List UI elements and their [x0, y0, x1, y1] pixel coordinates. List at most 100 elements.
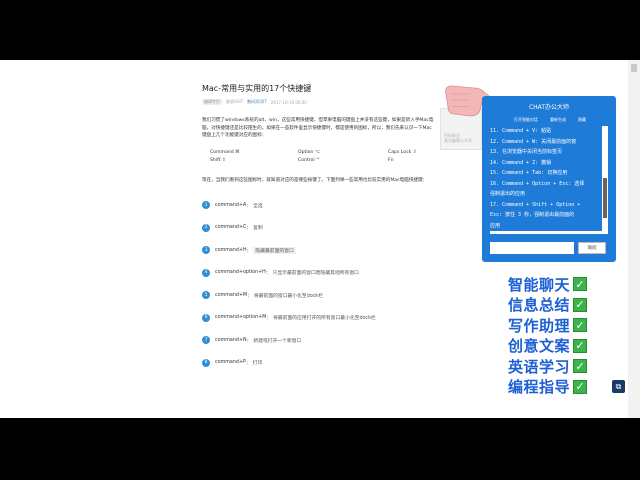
shortcut-command: command+N: [215, 337, 247, 343]
chat-line: 17. Command + Shift + Option +: [490, 199, 602, 210]
chat-line: 应用: [490, 220, 602, 231]
check-icon: ✓: [573, 359, 588, 374]
feature-item: 智能聊天 ✓: [508, 274, 588, 295]
shortcut-command: command+C: [215, 225, 247, 231]
key-item: Shift ⇧: [210, 157, 226, 163]
feature-label: 写作助理: [508, 316, 571, 335]
tab-open-chat[interactable]: 打开智能对话: [514, 117, 538, 123]
check-icon: ✓: [573, 338, 588, 353]
check-icon: ✓: [573, 277, 588, 292]
qr-caption: 扫码关注 关注脑袋公众号: [444, 133, 472, 143]
shortcut-description: 新建或打开一个新窗口: [253, 338, 302, 344]
shortcut-item: 5 command+M：将最前面的窗口最小化至dock栏: [202, 284, 434, 307]
browser-viewport: Mac-常用与实用的17个快捷键 编辑专栏 脑袋SHIT 数码资讯IT 2017…: [0, 60, 640, 418]
feature-label: 编程指导: [508, 378, 571, 397]
step-number-badge: 7: [202, 336, 210, 345]
key-symbol-list: Command ⌘ Option ⌥ Caps Lock ⇪ Shift ⇧ C…: [210, 150, 434, 163]
separator: ：: [246, 338, 252, 344]
key-item: Fn: [388, 157, 394, 163]
check-icon: ✓: [573, 379, 588, 394]
shortcut-item: 1 command+A：全选: [202, 194, 434, 217]
ask-button[interactable]: 询问: [578, 242, 606, 254]
feature-item: 写作助理 ✓: [508, 315, 588, 336]
article-meta: 编辑专栏 脑袋SHIT 数码资讯IT 2017-10-16 06:00: [202, 99, 434, 105]
shortcut-item: 7 command+N：新建或打开一个新窗口: [202, 329, 434, 352]
article-tag[interactable]: 编辑专栏: [202, 99, 222, 105]
shortcut-command: command+option+M: [215, 315, 267, 321]
separator: ：: [246, 203, 252, 209]
separator: ：: [245, 361, 251, 367]
chat-scrollbar[interactable]: [603, 178, 607, 218]
shortcut-description: 隐藏最前面的窗口: [253, 246, 296, 254]
step-number-badge: 6: [202, 313, 210, 322]
separator: ：: [247, 293, 252, 299]
chat-line: 14. Command + Z: 撤销: [490, 157, 602, 168]
shortcut-command: command+A: [215, 202, 247, 208]
tab-hide[interactable]: 隐藏: [578, 117, 586, 123]
chat-line: 15. Command + Tab: 切换应用: [490, 168, 602, 179]
step-number-badge: 8: [202, 358, 210, 367]
shortcut-command: command+option+H: [215, 270, 266, 276]
step-number-badge: 1: [202, 201, 210, 210]
shortcut-item: 3 command+H：隐藏最前面的窗口: [202, 239, 434, 262]
chat-title: CHAT办公大师: [528, 104, 569, 111]
feature-label: 信息总结: [508, 296, 571, 315]
chat-line: Esc: 按住 3 秒，强制退出最前面的: [490, 210, 602, 221]
article-intro: 我们习惯了windows系统的alt、win，这些常用快捷键，但苹果电脑的键盘上…: [202, 118, 434, 138]
step-number-badge: 5: [202, 291, 210, 300]
article-category[interactable]: 数码资讯IT: [247, 99, 267, 105]
article-title: Mac-常用与实用的17个快捷键: [202, 84, 312, 93]
shortcut-item: 2 command+C：复制: [202, 217, 434, 240]
key-item: Control ^: [298, 157, 320, 163]
key-item: Option ⌥: [298, 149, 321, 155]
chat-tabs: 打开智能对话 重新生成 隐藏: [514, 117, 586, 123]
page-scrollbar[interactable]: [628, 60, 640, 418]
feature-label: 英语学习: [508, 357, 571, 376]
chat-line: 16. Command + Option + Esc: 选择: [490, 178, 602, 189]
chat-line: 12. Command + W: 关闭最前面的窗: [490, 136, 602, 147]
feature-item: 编程指导 ✓: [508, 377, 588, 398]
chat-assistant-panel: CHAT办公大师 打开智能对话 重新生成 隐藏 11. Command + V:…: [482, 96, 616, 262]
key-item: Caps Lock ⇪: [388, 149, 417, 155]
separator: ：: [246, 226, 252, 232]
check-icon: ✓: [573, 318, 588, 333]
article-date: 2017-10-16 06:00: [270, 99, 307, 105]
step-number-badge: 4: [202, 268, 210, 277]
article: Mac-常用与实用的17个快捷键 编辑专栏 脑袋SHIT 数码资讯IT 2017…: [202, 84, 434, 374]
feature-item: 信息总结 ✓: [508, 295, 588, 316]
feature-item: 创意文案 ✓: [508, 336, 588, 357]
shortcut-command: command+H: [215, 247, 247, 253]
shortcut-description: 只显示最前面的窗口而隐藏其他所有窗口: [272, 271, 359, 277]
feature-item: 英语学习 ✓: [508, 356, 588, 377]
shortcut-item: 4 command+option+H：只显示最前面的窗口而隐藏其他所有窗口: [202, 262, 434, 285]
shortcut-description: 将最前面的窗口最小化至dock栏: [253, 293, 323, 299]
shortcut-description: 复制: [253, 226, 263, 232]
separator: ：: [265, 271, 271, 277]
shortcut-command: command+P: [215, 360, 246, 366]
separator: ：: [266, 316, 272, 322]
chat-output[interactable]: 11. Command + V: 粘贴 12. Command + W: 关闭最前…: [490, 126, 608, 234]
shortcut-command: command+M: [215, 292, 248, 298]
feature-list: 智能聊天 ✓ 信息总结 ✓ 写作助理 ✓ 创意文案 ✓ 英语学习 ✓ 编程指导 ✓: [508, 274, 588, 398]
shortcut-description: 打印: [252, 361, 263, 367]
feature-label: 创意文案: [508, 337, 571, 356]
chat-line: 13. 在浏览器中关闭当前标签页: [490, 147, 602, 158]
key-item: Command ⌘: [210, 149, 240, 155]
article-author[interactable]: 脑袋SHIT: [226, 99, 243, 105]
check-icon: ✓: [573, 297, 588, 312]
tab-regenerate[interactable]: 重新生成: [550, 117, 566, 123]
chat-toggle-icon[interactable]: ⧉: [612, 380, 625, 393]
chat-line: 强制退出的应用: [490, 189, 602, 200]
chat-input[interactable]: [490, 242, 574, 254]
step-number-badge: 3: [202, 246, 210, 255]
scrollbar-thumb[interactable]: [631, 64, 637, 72]
chat-line: 11. Command + V: 粘贴: [490, 126, 602, 137]
article-lead: 现在，当我们看到这些图标时，就知道对应的是哪些按键了。下面列举一些常用也比较实用…: [202, 177, 428, 183]
step-number-badge: 2: [202, 223, 210, 232]
shortcut-item: 8 command+P：打印: [202, 352, 434, 375]
separator: ：: [246, 248, 252, 254]
shortcut-list: 1 command+A：全选 2 command+C：复制 3 command+H：隐藏最…: [202, 194, 434, 374]
shortcut-item: 6 command+option+M：将最前面的应用打开的所有窗口最小化至dock…: [202, 307, 434, 330]
shortcut-description: 全选: [253, 203, 263, 209]
shortcut-description: 将最前面的应用打开的所有窗口最小化至dock栏: [273, 316, 376, 322]
